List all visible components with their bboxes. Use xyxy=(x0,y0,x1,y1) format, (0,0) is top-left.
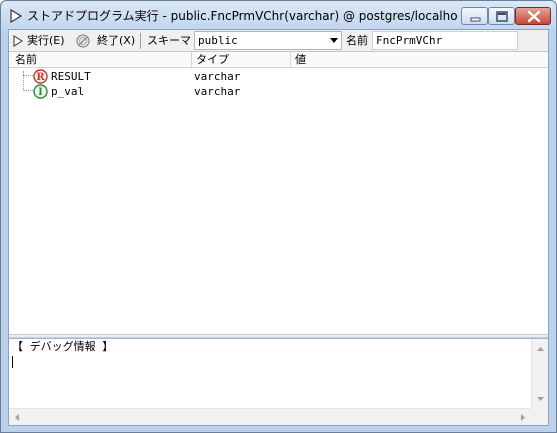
result-param-letter: R xyxy=(36,72,45,83)
name-value: FncPrmVChr xyxy=(376,34,443,47)
column-header-value[interactable]: 値 xyxy=(295,52,306,67)
stop-circle-icon xyxy=(76,34,90,48)
column-divider[interactable] xyxy=(290,52,291,67)
exit-label: 終了(X) xyxy=(97,34,136,47)
column-header-type[interactable]: タイプ xyxy=(196,52,229,67)
window-title: ストアドプログラム実行 - public.FncPrmVChr(varchar)… xyxy=(27,9,457,23)
chevron-down-icon xyxy=(330,38,338,43)
scroll-left-icon[interactable] xyxy=(9,409,26,426)
play-triangle-icon xyxy=(10,9,22,23)
scroll-right-icon[interactable] xyxy=(514,409,531,426)
scroll-up-icon[interactable] xyxy=(532,341,549,358)
maximize-icon xyxy=(496,11,508,22)
name-field[interactable]: FncPrmVChr xyxy=(372,31,518,50)
client-area: 実行(E) 終了(X) スキーマ public 名前 FncPrmVChr 名前… xyxy=(8,29,549,426)
param-name: RESULT xyxy=(51,70,91,83)
table-row[interactable]: R RESULT varchar xyxy=(9,69,548,84)
param-type: varchar xyxy=(194,85,241,98)
param-type: varchar xyxy=(194,70,241,83)
toolbar: 実行(E) 終了(X) スキーマ public 名前 FncPrmVChr xyxy=(9,30,548,52)
column-header-name[interactable]: 名前 xyxy=(15,52,37,67)
text-caret xyxy=(12,356,13,368)
grid-header: 名前 タイプ 値 xyxy=(9,52,548,68)
close-window-button[interactable] xyxy=(515,7,551,25)
horizontal-scrollbar[interactable] xyxy=(9,408,531,425)
close-icon xyxy=(527,10,541,23)
maximize-button[interactable] xyxy=(488,7,515,25)
column-divider[interactable] xyxy=(191,52,192,67)
toolbar-separator xyxy=(140,33,141,49)
debug-output[interactable]: 【 デバッグ情報 】 xyxy=(9,338,548,425)
input-param-letter: I xyxy=(38,87,43,98)
table-row[interactable]: I p_val varchar xyxy=(9,84,548,99)
vertical-scrollbar[interactable] xyxy=(531,339,548,409)
execute-label: 実行(E) xyxy=(27,34,65,47)
schema-select[interactable]: public xyxy=(194,31,342,50)
schema-label: スキーマ xyxy=(147,34,191,47)
parameter-grid: R RESULT varchar I p_val varchar xyxy=(9,68,548,334)
minimize-icon xyxy=(470,17,481,22)
play-triangle-icon xyxy=(13,35,23,47)
input-param-icon: I xyxy=(33,84,48,99)
name-label: 名前 xyxy=(346,34,368,47)
minimize-button[interactable] xyxy=(461,7,488,25)
scrollbar-corner xyxy=(531,408,548,425)
debug-heading: 【 デバッグ情報 】 xyxy=(12,340,114,353)
title-bar[interactable]: ストアドプログラム実行 - public.FncPrmVChr(varchar)… xyxy=(1,1,556,29)
stored-program-window: ストアドプログラム実行 - public.FncPrmVChr(varchar)… xyxy=(0,0,557,433)
schema-value: public xyxy=(198,34,238,47)
result-param-icon: R xyxy=(33,69,48,84)
scroll-down-icon[interactable] xyxy=(532,390,549,407)
param-name: p_val xyxy=(51,85,85,98)
